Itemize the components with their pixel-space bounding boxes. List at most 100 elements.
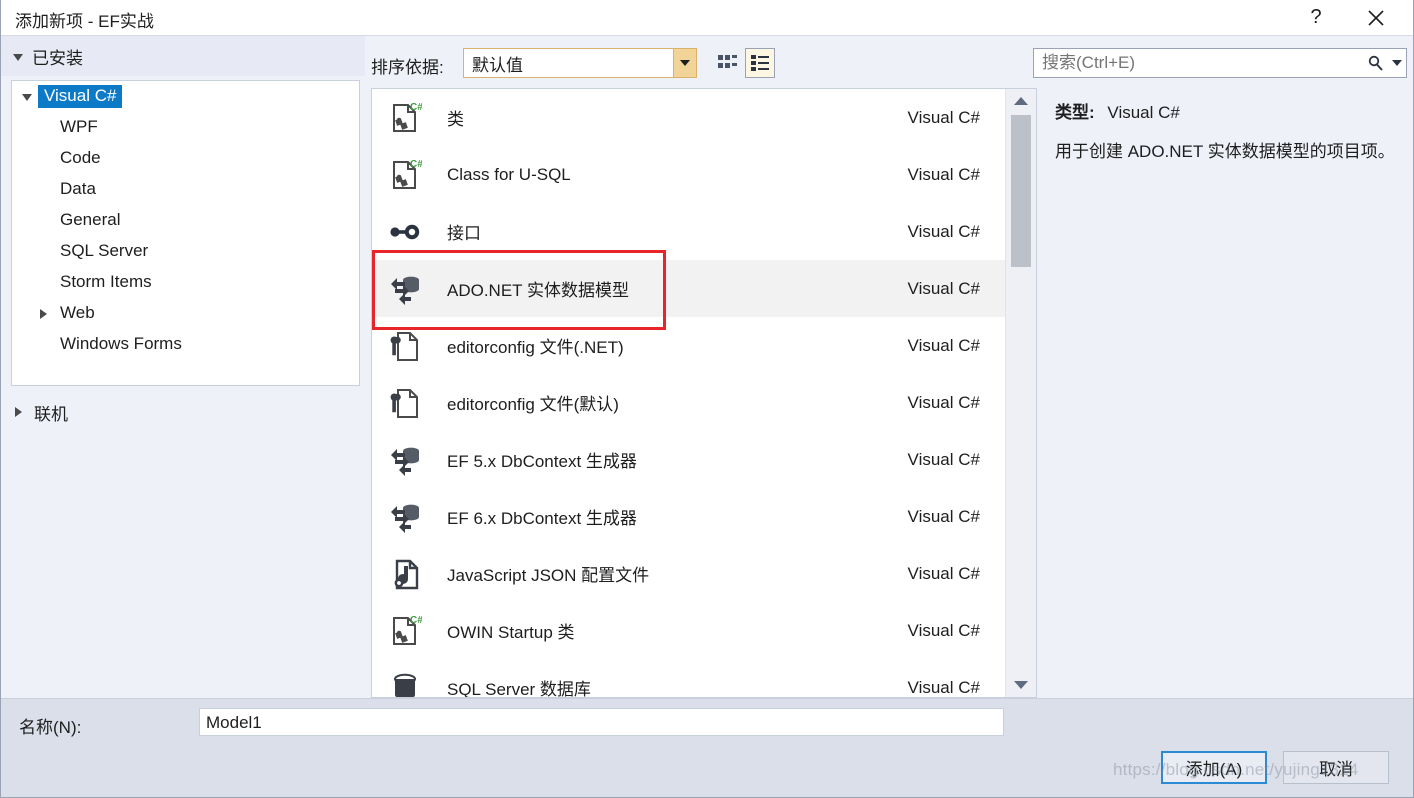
list-item-name: editorconfig 文件(默认) [447, 395, 619, 414]
sidebar-item-storm-items[interactable]: Storm Items [12, 267, 359, 298]
list-item[interactable]: editorconfig 文件(.NET) Visual C# [372, 317, 1006, 374]
chevron-down-icon [1392, 60, 1402, 66]
list-item[interactable]: EF 6.x DbContext 生成器 Visual C# [372, 488, 1006, 545]
svg-text:C#: C# [410, 159, 422, 170]
list-item-kind: Visual C# [907, 221, 980, 241]
detail-type-row: 类型: Visual C# [1055, 98, 1395, 123]
sidebar-item-visual-csharp[interactable]: Visual C# [12, 81, 359, 112]
sidebar-item-sql-server[interactable]: SQL Server [12, 236, 359, 267]
editorconfig-icon [380, 324, 430, 368]
database-icon [380, 666, 430, 697]
grid-view-icon [718, 55, 737, 68]
editorconfig-icon [380, 381, 430, 425]
csharp-class-icon: C# [380, 96, 430, 140]
list-item-name: SQL Server 数据库 [447, 680, 591, 698]
list-scrollbar[interactable] [1005, 89, 1036, 697]
list-item-name: Class for U-SQL [447, 164, 571, 184]
add-new-item-dialog: 添加新项 - EF实战 ? 已安装 Visual C# WPF Code Dat… [0, 0, 1414, 798]
installed-label: 已安装 [32, 48, 83, 68]
page-title: 添加新项 - EF实战 [15, 12, 154, 31]
expander-right-icon[interactable] [32, 308, 54, 319]
list-item-name: EF 6.x DbContext 生成器 [447, 509, 637, 528]
list-item-kind: Visual C# [907, 392, 980, 412]
item-template-list[interactable]: C# 类 Visual C# C# Class for U-SQL Visual… [371, 88, 1037, 698]
sidebar-item-label: Visual C# [38, 85, 123, 108]
sidebar-item-code[interactable]: Code [12, 143, 359, 174]
sort-label: 排序依据: [371, 58, 444, 77]
list-item[interactable]: editorconfig 文件(默认) Visual C# [372, 374, 1006, 431]
list-view-button[interactable] [745, 48, 775, 78]
list-item[interactable]: EF 5.x DbContext 生成器 Visual C# [372, 431, 1006, 488]
sidebar-item-label: 联机 [34, 404, 68, 424]
installed-header[interactable]: 已安装 [1, 36, 365, 76]
list-item[interactable]: JavaScript JSON 配置文件 Visual C# [372, 545, 1006, 602]
sidebar-item-general[interactable]: General [12, 205, 359, 236]
list-item[interactable]: C# Class for U-SQL Visual C# [372, 146, 1006, 203]
svg-text:C#: C# [410, 102, 422, 113]
search-dropdown-button[interactable] [1388, 60, 1406, 66]
scroll-up-button[interactable] [1006, 89, 1036, 113]
watermark: https://blog.csdn.net/yujing1314 [1113, 760, 1359, 779]
csharp-class-icon: C# [380, 153, 430, 197]
sidebar-item-data[interactable]: Data [12, 174, 359, 205]
expander-right-icon [15, 407, 22, 417]
chevron-down-icon[interactable] [673, 49, 696, 77]
sidebar-item-label: General [60, 210, 121, 229]
list-item-kind: Visual C# [907, 335, 980, 355]
sidebar-item-label: Web [60, 303, 95, 322]
svg-text:C#: C# [410, 615, 422, 626]
list-item-kind: Visual C# [907, 107, 980, 127]
installed-pane: 已安装 Visual C# WPF Code Data General SQL … [1, 36, 365, 698]
sidebar-item-label: Windows Forms [60, 334, 182, 353]
expander-down-icon [16, 93, 38, 101]
list-view-icon [751, 55, 769, 71]
sidebar-item-wpf[interactable]: WPF [12, 112, 359, 143]
grid-view-button[interactable] [713, 48, 743, 78]
list-item-name: EF 5.x DbContext 生成器 [447, 452, 637, 471]
detail-type-label: 类型: [1055, 103, 1095, 122]
sidebar-item-label: Data [60, 179, 96, 198]
list-item-kind: Visual C# [907, 677, 980, 697]
list-item-name: ADO.NET 实体数据模型 [447, 281, 629, 300]
sort-by-dropdown[interactable]: 默认值 [463, 48, 697, 78]
caret-glyph [680, 60, 690, 66]
scrollbar-thumb[interactable] [1011, 115, 1031, 267]
expander-glyph [22, 94, 32, 101]
sidebar-item-online[interactable]: 联机 [1, 394, 365, 430]
list-item[interactable]: SQL Server 数据库 Visual C# [372, 659, 1006, 698]
category-tree: Visual C# WPF Code Data General SQL Serv… [11, 80, 360, 386]
sidebar-item-label: SQL Server [60, 241, 149, 260]
expander-down-icon [13, 53, 23, 61]
sidebar-item-label: WPF [60, 117, 98, 136]
sort-by-value: 默认值 [472, 55, 523, 75]
search-icon[interactable] [1362, 55, 1388, 72]
list-item-name: editorconfig 文件(.NET) [447, 338, 624, 357]
name-input[interactable] [199, 708, 1004, 736]
close-button[interactable] [1353, 0, 1399, 35]
list-item[interactable]: C# OWIN Startup 类 Visual C# [372, 602, 1006, 659]
details-pane: 类型: Visual C# 用于创建 ADO.NET 实体数据模型的项目项。 [1041, 88, 1409, 698]
entity-data-model-icon [380, 495, 430, 539]
sidebar-item-windows-forms[interactable]: Windows Forms [12, 329, 359, 360]
list-item[interactable]: C# 类 Visual C# [372, 89, 1006, 146]
sidebar-item-label: Code [60, 148, 101, 167]
magnifier-glyph [1368, 55, 1383, 71]
help-button[interactable]: ? [1293, 0, 1339, 35]
json-file-icon [380, 552, 430, 596]
detail-description: 用于创建 ADO.NET 实体数据模型的项目项。 [1055, 142, 1395, 161]
csharp-class-icon: C# [380, 609, 430, 653]
list-item-name: JavaScript JSON 配置文件 [447, 566, 650, 585]
close-icon [1368, 9, 1384, 26]
name-label: 名称(N): [19, 718, 82, 737]
list-item-kind: Visual C# [907, 620, 980, 640]
list-item-kind: Visual C# [907, 164, 980, 184]
list-item[interactable]: 接口 Visual C# [372, 203, 1006, 260]
entity-data-model-icon [380, 267, 430, 311]
search-box[interactable] [1033, 48, 1407, 78]
sidebar-item-web[interactable]: Web [12, 298, 359, 329]
list-item-kind: Visual C# [907, 563, 980, 583]
scroll-down-button[interactable] [1006, 673, 1036, 697]
search-input[interactable] [1034, 52, 1362, 74]
list-item-ado-net-entity-data-model[interactable]: ADO.NET 实体数据模型 Visual C# [372, 260, 1006, 317]
list-item-kind: Visual C# [907, 449, 980, 469]
